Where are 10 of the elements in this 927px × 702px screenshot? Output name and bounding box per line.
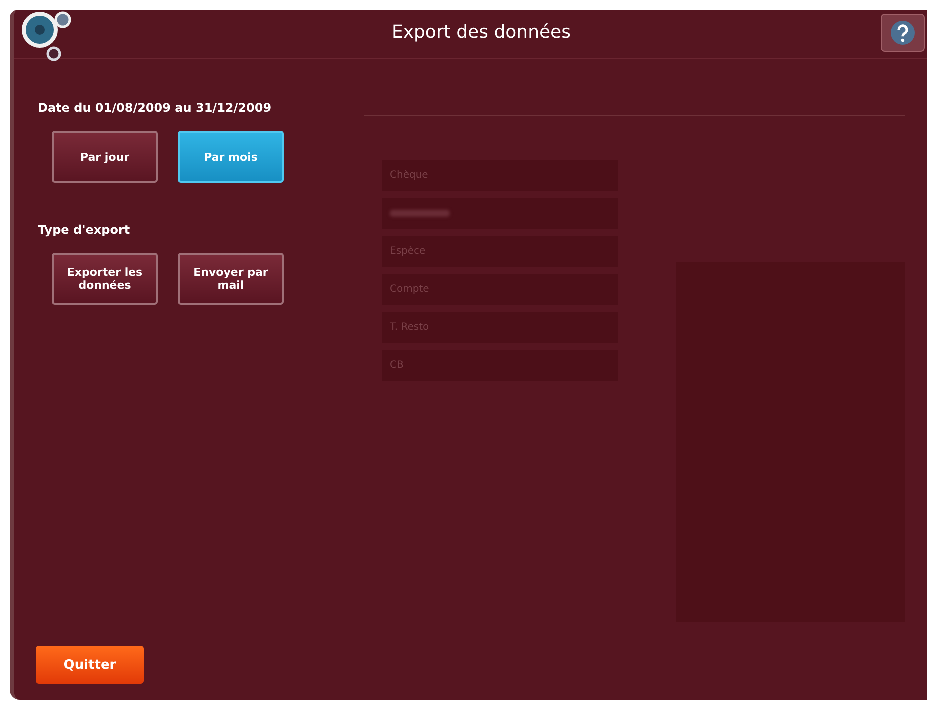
period-button[interactable]: Par jour <box>52 131 158 183</box>
date-range-label: Date du 01/08/2009 au 31/12/2009 <box>38 101 273 115</box>
window-title: Export des données <box>390 21 572 43</box>
export-button[interactable]: Envoyer par mail <box>178 253 284 305</box>
quit-button[interactable]: Quitter <box>36 646 144 684</box>
section-label: Type d'export <box>38 223 132 237</box>
question-mark-icon <box>890 20 916 46</box>
help-button[interactable] <box>881 14 925 52</box>
blurred-text <box>390 210 450 217</box>
export-button[interactable]: Exporter les données <box>52 253 158 305</box>
